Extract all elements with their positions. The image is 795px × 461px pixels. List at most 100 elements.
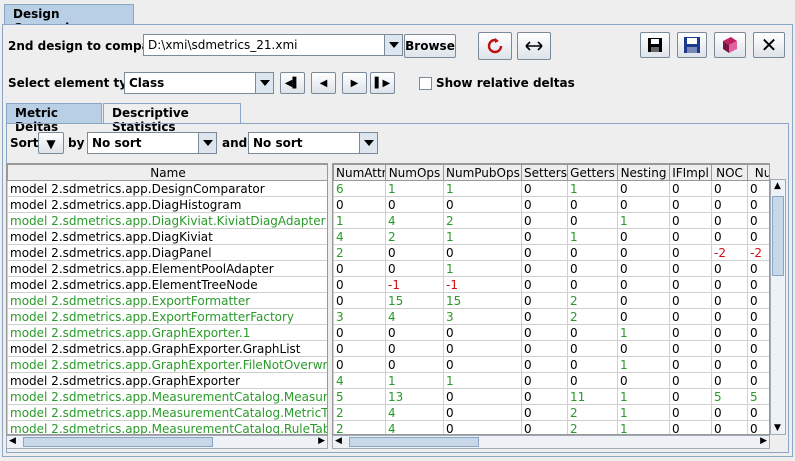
metric-column-header[interactable]: Nesting: [617, 164, 670, 181]
chevron-down-icon[interactable]: [198, 133, 216, 153]
metric-cell[interactable]: 0: [711, 196, 748, 213]
chevron-down-icon[interactable]: [384, 35, 402, 55]
sort-second-combo[interactable]: No sort: [248, 132, 378, 154]
metric-cell[interactable]: 2: [567, 292, 618, 309]
metric-cell[interactable]: 0: [521, 180, 568, 197]
metric-cell[interactable]: 1: [443, 260, 522, 277]
metric-column-header[interactable]: Getters: [567, 164, 618, 181]
metric-column-header[interactable]: NumOps: [385, 164, 444, 181]
metric-cell[interactable]: 15: [385, 292, 444, 309]
table-row[interactable]: 5 13 0 0 11 1 0 5 5: [333, 388, 769, 405]
metric-cell[interactable]: 0: [567, 244, 618, 261]
element-name-cell[interactable]: model 2.sdmetrics.app.ExportFormatterFac…: [7, 308, 327, 325]
metric-cell[interactable]: 1: [617, 420, 670, 434]
sort-direction-button[interactable]: ▼: [38, 132, 64, 154]
metric-cell[interactable]: 0: [443, 420, 522, 434]
metric-cell[interactable]: 1: [567, 228, 618, 245]
metric-cell[interactable]: 4: [385, 420, 444, 434]
metric-column-header[interactable]: NumAttr: [333, 164, 386, 181]
metric-cell[interactable]: 0: [567, 212, 618, 229]
metric-cell[interactable]: 0: [333, 356, 386, 373]
metric-cell[interactable]: 0: [711, 340, 748, 357]
element-name-cell[interactable]: model 2.sdmetrics.app.GraphExporter.Grap…: [7, 340, 327, 357]
metric-cell[interactable]: 0: [711, 308, 748, 325]
element-name-cell[interactable]: model 2.sdmetrics.app.GraphExporter.File…: [7, 356, 327, 373]
metric-cell[interactable]: 0: [747, 324, 769, 341]
metric-cell[interactable]: 0: [521, 340, 568, 357]
metric-cell[interactable]: 0: [443, 324, 522, 341]
reload-button[interactable]: [478, 32, 512, 60]
metric-cell[interactable]: 0: [567, 260, 618, 277]
table-row[interactable]: model 2.sdmetrics.app.DiagKiviat: [7, 228, 327, 245]
metric-cell[interactable]: 0: [747, 356, 769, 373]
tab-metric-deltas[interactable]: Metric Deltas: [6, 103, 102, 134]
metric-cell[interactable]: 0: [567, 276, 618, 293]
table-row[interactable]: model 2.sdmetrics.app.ExportFormatter: [7, 292, 327, 309]
metric-cell[interactable]: 0: [669, 404, 712, 421]
sort-first-combo[interactable]: No sort: [87, 132, 217, 154]
table-row[interactable]: model 2.sdmetrics.app.ExportFormatterFac…: [7, 308, 327, 325]
scroll-up-icon[interactable]: ▲: [774, 181, 781, 191]
metric-cell[interactable]: 0: [669, 340, 712, 357]
metric-table-hscrollbar[interactable]: ◀ ▶: [332, 435, 770, 449]
metric-cell[interactable]: 15: [443, 292, 522, 309]
metric-cell[interactable]: 2: [333, 244, 386, 261]
metric-column-header[interactable]: Nur: [747, 164, 769, 181]
table-row[interactable]: 421010000: [333, 228, 769, 245]
scroll-thumb[interactable]: [23, 437, 213, 447]
metric-cell[interactable]: 0: [521, 388, 568, 405]
name-table-hscrollbar[interactable]: ◀ ▶: [6, 435, 328, 449]
metric-cell[interactable]: 0: [333, 196, 386, 213]
metric-cell[interactable]: 1: [443, 180, 522, 197]
metric-cell[interactable]: 2: [333, 420, 386, 434]
browse-button[interactable]: Browse: [404, 34, 456, 58]
table-row[interactable]: 000001000: [333, 324, 769, 341]
metric-cell[interactable]: 0: [711, 324, 748, 341]
metric-cell[interactable]: 0: [567, 196, 618, 213]
file-combo[interactable]: D:\xmi\sdmetrics_21.xmi: [143, 34, 403, 56]
table-row[interactable]: model 2.sdmetrics.app.DiagHistogram: [7, 196, 327, 213]
metric-cell[interactable]: 0: [747, 276, 769, 293]
metric-cell[interactable]: 0: [711, 228, 748, 245]
metric-cell[interactable]: 0: [443, 244, 522, 261]
element-name-cell[interactable]: model 2.sdmetrics.app.MeasurementCatalog…: [7, 388, 327, 405]
previous-element-button[interactable]: ◀: [311, 72, 336, 94]
metric-cell[interactable]: 0: [669, 388, 712, 405]
metric-cell[interactable]: 0: [617, 244, 670, 261]
metric-cell[interactable]: 1: [617, 324, 670, 341]
metric-cell[interactable]: 0: [521, 228, 568, 245]
element-name-cell[interactable]: model 2.sdmetrics.app.ElementPoolAdapter: [7, 260, 327, 277]
table-row[interactable]: 000000000: [333, 196, 769, 213]
scroll-left-icon[interactable]: ◀: [9, 436, 16, 446]
metric-cell[interactable]: 0: [443, 340, 522, 357]
metric-cell[interactable]: 0: [711, 276, 748, 293]
metric-cell[interactable]: 3: [443, 308, 522, 325]
element-name-cell[interactable]: model 2.sdmetrics.app.GraphExporter.1: [7, 324, 327, 341]
metric-cell[interactable]: 0: [711, 212, 748, 229]
metric-cell[interactable]: 0: [333, 276, 386, 293]
close-button[interactable]: ✕: [753, 32, 785, 58]
metric-cell[interactable]: 2: [443, 212, 522, 229]
table-row[interactable]: model 2.sdmetrics.app.DiagPanel: [7, 244, 327, 261]
design-comparison-tab[interactable]: Design Comparison: [4, 4, 134, 35]
metric-cell[interactable]: 4: [385, 404, 444, 421]
metric-cell[interactable]: 4: [385, 212, 444, 229]
metric-cell[interactable]: 3: [333, 308, 386, 325]
metric-column-header[interactable]: NumPubOps: [443, 164, 522, 181]
show-relative-checkbox[interactable]: [419, 77, 432, 90]
scroll-left-icon[interactable]: ◀: [335, 436, 342, 446]
table-row[interactable]: 411000000: [333, 372, 769, 389]
metric-cell[interactable]: 0: [747, 292, 769, 309]
table-row[interactable]: 0 15 15 0 2 0 0 0 0: [333, 292, 769, 309]
table-row[interactable]: 240021000: [333, 404, 769, 421]
metric-cell[interactable]: 1: [617, 388, 670, 405]
metric-cell[interactable]: 11: [567, 388, 618, 405]
metric-cell[interactable]: 0: [711, 260, 748, 277]
metric-cell[interactable]: 0: [747, 372, 769, 389]
element-type-combo[interactable]: Class: [124, 72, 274, 94]
element-name-cell[interactable]: model 2.sdmetrics.app.DiagHistogram: [7, 196, 327, 213]
table-row[interactable]: model 2.sdmetrics.app.GraphExporter.File…: [7, 356, 327, 373]
book-button[interactable]: [714, 32, 746, 58]
metric-cell[interactable]: 0: [333, 340, 386, 357]
metric-cell[interactable]: 4: [333, 228, 386, 245]
